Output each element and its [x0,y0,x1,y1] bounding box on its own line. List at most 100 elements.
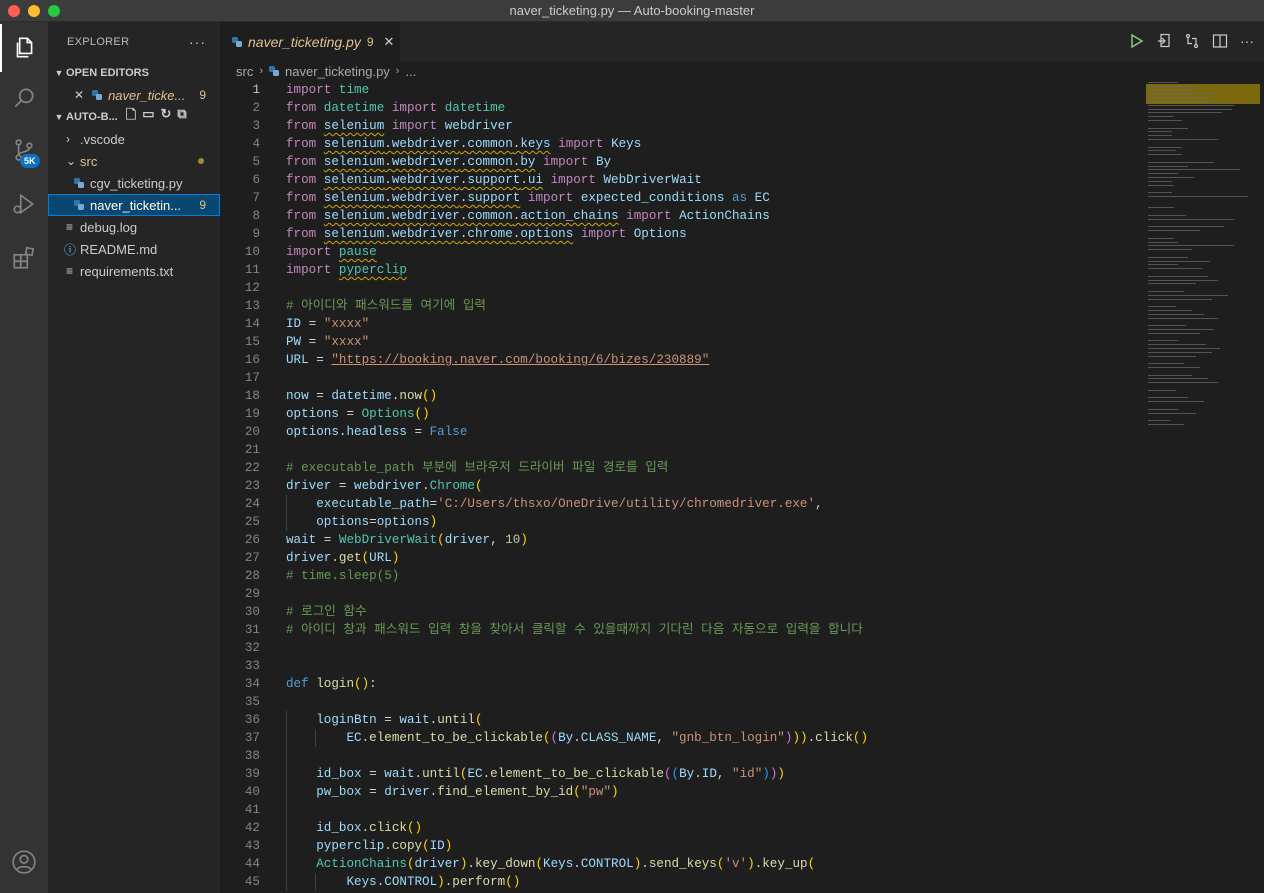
code-line[interactable]: 35 [220,693,1138,711]
close-icon[interactable]: ✕ [74,88,84,102]
new-folder-icon[interactable]: ▭ [142,106,154,128]
code-line[interactable]: 33 [220,657,1138,675]
code-line[interactable]: 44 ActionChains(driver).key_down(Keys.CO… [220,855,1138,873]
minimap-line [1148,161,1214,163]
code-line[interactable]: 15 PW = "xxxx" [220,333,1138,351]
open-editor-item[interactable]: ✕ naver_ticke... 9 [48,84,220,106]
search-activity[interactable] [0,74,48,122]
tree-item-requirements[interactable]: ≡ requirements.txt [48,260,220,282]
extensions-activity[interactable] [0,234,48,282]
run-debug-activity[interactable] [0,180,48,228]
breadcrumb-symbol[interactable]: ... [405,64,416,79]
tree-item-debug-log[interactable]: ≡ debug.log [48,216,220,238]
code-line[interactable]: 27 driver.get(URL) [220,549,1138,567]
code-line[interactable]: 26 wait = WebDriverWait(driver, 10) [220,531,1138,549]
code-line[interactable]: 1 import time [220,81,1138,99]
code-line[interactable]: 14 ID = "xxxx" [220,315,1138,333]
code-line[interactable]: 31 # 아이디 창과 패스워드 입력 창을 찾아서 클릭할 수 있을때까지 기다… [220,621,1138,639]
code-line[interactable]: 34 def login(): [220,675,1138,693]
window-title: naver_ticketing.py — Auto-booking-master [509,3,755,18]
code-line[interactable]: 16 URL = "https://booking.naver.com/booki… [220,351,1138,369]
code-line[interactable]: 32 [220,639,1138,657]
code-line[interactable]: 2 from datetime import datetime [220,99,1138,117]
new-file-icon[interactable]: 🗋 [126,106,136,128]
project-header[interactable]: ▼ AUTO-B... 🗋 ▭ ↻ ⧉ [48,106,220,128]
code-line[interactable]: 5 from selenium.webdriver.common.by impor… [220,153,1138,171]
tree-item-vscode[interactable]: › .vscode [48,128,220,150]
breadcrumb: src › naver_ticketing.py › ... [220,62,1264,80]
more-actions-icon[interactable]: ··· [1240,33,1254,49]
code-line[interactable]: 13 # 아이디와 패스워드를 여기에 입력 [220,297,1138,315]
code-line[interactable]: 40 pw_box = driver.find_element_by_id("p… [220,783,1138,801]
code-line[interactable]: 18 now = datetime.now() [220,387,1138,405]
code-text: from selenium.webdriver.support import e… [286,191,770,205]
code-line[interactable]: 4 from selenium.webdriver.common.keys imp… [220,135,1138,153]
minimap-line [1148,101,1220,102]
minimap-line [1148,397,1188,399]
code-editor[interactable]: 1 import time 2 from datetime import dateti… [220,80,1138,893]
code-line[interactable]: 6 from selenium.webdriver.support.ui impo… [220,171,1138,189]
code-line[interactable]: 19 options = Options() [220,405,1138,423]
close-icon[interactable]: ✕ [384,34,395,50]
explorer-activity[interactable] [0,24,48,72]
code-line[interactable]: 9 from selenium.webdriver.chrome.options … [220,225,1138,243]
code-line[interactable]: 22 # executable_path 부분에 브라우저 드라이버 파일 경로를… [220,459,1138,477]
code-line[interactable]: 28 # time.sleep(5) [220,567,1138,585]
tree-item-readme[interactable]: ⓘ README.md [48,238,220,260]
tree-item-src[interactable]: ⌄ src [48,150,220,172]
code-line[interactable]: 37 EC.element_to_be_clickable((By.CLASS_… [220,729,1138,747]
code-line[interactable]: 8 from selenium.webdriver.common.action_c… [220,207,1138,225]
code-line[interactable]: 36 loginBtn = wait.until( [220,711,1138,729]
source-control-activity[interactable]: 5K [0,126,48,174]
code-line[interactable]: 10 import pause [220,243,1138,261]
code-line[interactable]: 3 from selenium import webdriver [220,117,1138,135]
code-line[interactable]: 12 [220,279,1138,297]
more-actions-icon[interactable]: ··· [189,34,206,50]
code-text: driver.get(URL) [286,551,400,565]
code-line[interactable]: 42 id_box.click() [220,819,1138,837]
tree-item-cgv-ticketing[interactable]: cgv_ticketing.py [48,172,220,194]
text-file-icon: ≡ [66,264,74,278]
code-text: id_box = wait.until(EC.element_to_be_cli… [316,767,785,781]
line-number: 24 [244,497,260,511]
code-line[interactable]: 30 # 로그인 함수 [220,603,1138,621]
breadcrumb-file[interactable]: naver_ticketing.py [285,64,390,79]
code-line[interactable]: 11 import pyperclip [220,261,1138,279]
tree-item-naver-ticketing[interactable]: naver_ticketin... 9 [48,194,220,216]
code-line[interactable]: 41 [220,801,1138,819]
collapse-all-icon[interactable]: ⧉ [177,106,186,128]
tab-naver-ticketing[interactable]: naver_ticketing.py 9 ✕ [220,22,400,62]
accounts-activity[interactable] [0,838,48,886]
code-text: # 아이디와 패스워드를 여기에 입력 [286,299,486,313]
code-line[interactable]: 38 [220,747,1138,765]
line-number: 25 [244,515,260,529]
minimap-line [1148,325,1186,327]
split-editor-icon[interactable] [1212,33,1228,49]
open-editors-header[interactable]: ▼ OPEN EDITORS [48,62,220,84]
code-line[interactable]: 25 options=options) [220,513,1138,531]
code-text: PW = "xxxx" [286,335,370,349]
code-line[interactable]: 20 options.headless = False [220,423,1138,441]
minimap-line [1148,374,1192,376]
code-line[interactable]: 21 [220,441,1138,459]
code-line[interactable]: 43 pyperclip.copy(ID) [220,837,1138,855]
indent-guide [314,873,316,891]
open-changes-icon[interactable] [1156,33,1172,49]
code-line[interactable]: 45 Keys.CONTROL).perform() [220,873,1138,891]
breadcrumb-folder[interactable]: src [236,64,253,79]
code-line[interactable]: 17 [220,369,1138,387]
code-line[interactable]: 23 driver = webdriver.Chrome( [220,477,1138,495]
code-line[interactable]: 29 [220,585,1138,603]
minimap-line [1148,104,1234,106]
line-number: 5 [252,155,260,169]
code-line[interactable]: 24 executable_path='C:/Users/thsxo/OneDr… [220,495,1138,513]
minimap-line [1148,97,1208,99]
refresh-icon[interactable]: ↻ [161,106,172,128]
minimap-line [1148,226,1224,228]
run-icon[interactable] [1128,33,1144,49]
chevron-down-icon: ⌄ [66,154,77,168]
compare-icon[interactable] [1184,33,1200,49]
minimap[interactable] [1146,80,1264,893]
code-line[interactable]: 7 from selenium.webdriver.support import … [220,189,1138,207]
code-line[interactable]: 39 id_box = wait.until(EC.element_to_be_… [220,765,1138,783]
